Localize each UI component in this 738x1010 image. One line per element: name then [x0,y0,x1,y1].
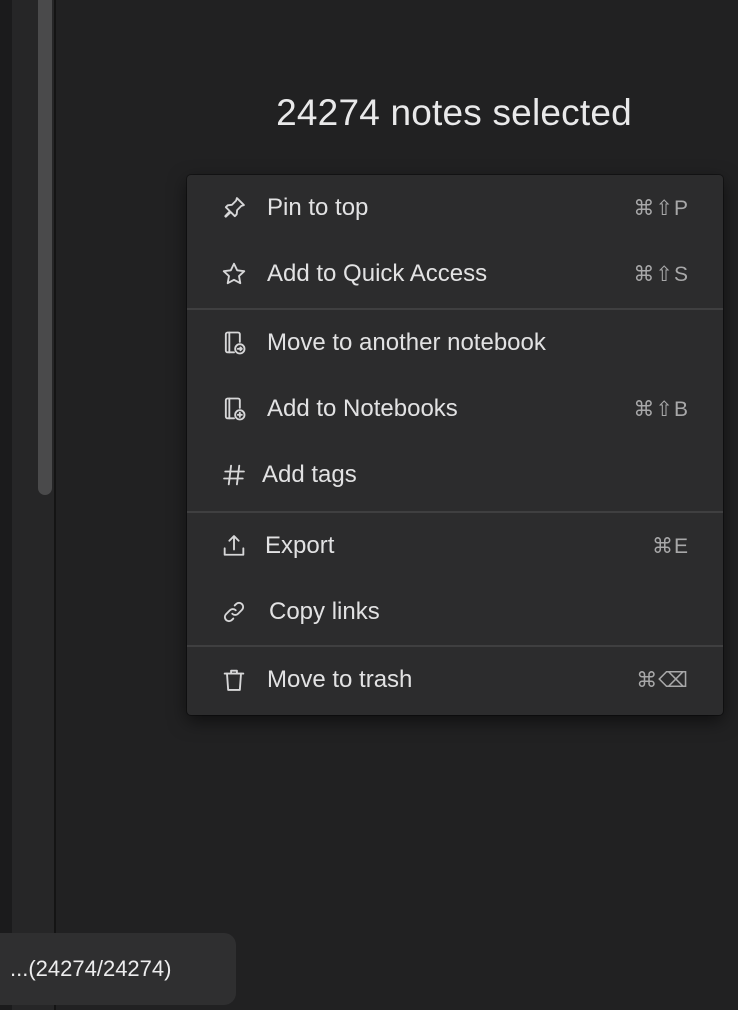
sync-progress-text: ...(24274/24274) [10,956,172,981]
menu-item-shortcut: ⌘⇧B [633,397,689,421]
sync-progress-toast: ...(24274/24274) [0,933,236,1005]
bulk-actions-menu: Pin to top ⌘⇧P Add to Quick Access ⌘⇧S M… [187,175,723,715]
menu-item-shortcut: ⌘⇧S [633,262,689,286]
hash-icon [219,460,249,490]
menu-item-label: Pin to top [267,194,369,221]
menu-item-shortcut: ⌘⇧P [633,196,689,220]
menu-item-label: Move to another notebook [267,329,546,356]
menu-item-export[interactable]: Export ⌘E [187,513,723,579]
export-icon [219,531,249,561]
menu-item-label: Add to Quick Access [267,260,488,287]
menu-item-move-to-another-notebook[interactable]: Move to another notebook [187,310,723,376]
menu-item-copy-links[interactable]: Copy links [187,579,723,645]
menu-item-label: Copy links [269,598,380,625]
app-window: 24274 notes selected Pin to top ⌘⇧P Add … [0,0,738,1010]
menu-item-label: Export [265,532,335,559]
sidebar-edge [0,0,12,1010]
notebook-move-icon [219,328,249,358]
selection-count-title: 24274 notes selected [276,92,632,133]
scrollbar-thumb[interactable] [38,0,52,495]
menu-item-shortcut: ⌘E [651,534,689,558]
notebook-add-icon [219,394,249,424]
note-list-panel [0,0,56,1010]
trash-icon [219,665,249,695]
menu-item-move-to-trash[interactable]: Move to trash ⌘⌫ [187,647,723,713]
menu-item-label: Add tags [262,461,357,488]
menu-item-label: Add to Notebooks [267,395,458,422]
star-icon [219,259,249,289]
link-icon [219,597,249,627]
pin-icon [219,193,249,223]
menu-item-add-to-quick-access[interactable]: Add to Quick Access ⌘⇧S [187,241,723,307]
menu-item-add-tags[interactable]: Add tags [187,442,723,508]
menu-item-label: Move to trash [267,666,413,693]
menu-item-pin-to-top[interactable]: Pin to top ⌘⇧P [187,175,723,241]
menu-item-shortcut: ⌘⌫ [636,668,689,692]
menu-item-add-to-notebooks[interactable]: Add to Notebooks ⌘⇧B [187,376,723,442]
